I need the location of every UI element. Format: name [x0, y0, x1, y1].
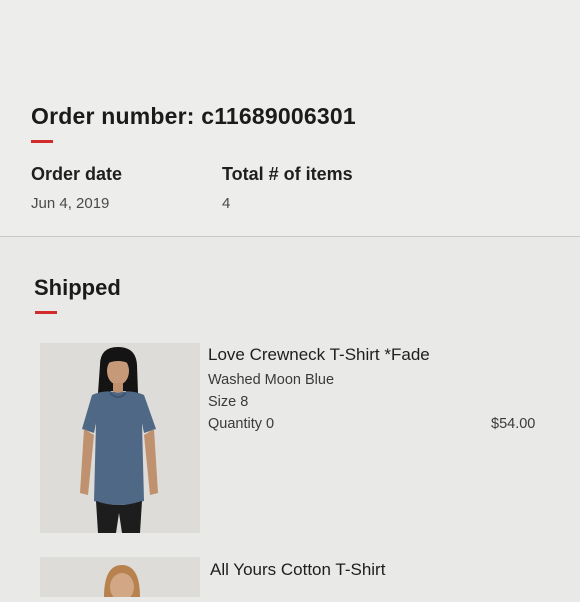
product-quantity: Quantity 0 — [208, 416, 275, 432]
product-name-link[interactable]: All Yours Cotton T-Shirt — [210, 560, 385, 580]
product-image[interactable] — [40, 343, 200, 533]
total-items-value: 4 — [222, 195, 231, 212]
section-accent-bar — [35, 311, 57, 314]
model-photo-icon — [104, 565, 140, 601]
order-number-title: Order number: c11689006301 — [31, 103, 356, 129]
product-color: Washed Moon Blue — [208, 372, 335, 388]
product-name-link[interactable]: Love Crewneck T-Shirt *Fade — [208, 345, 430, 365]
order-date-value: Jun 4, 2019 — [31, 195, 110, 212]
section-divider — [0, 236, 580, 237]
model-wearing-blue-tshirt-icon — [80, 347, 158, 533]
product-image[interactable] — [40, 557, 200, 601]
shipped-section-title: Shipped — [34, 275, 121, 300]
order-date-label: Order date — [31, 164, 123, 184]
total-items-label: Total # of items — [222, 164, 353, 184]
title-accent-bar — [31, 140, 53, 143]
product-price: $54.00 — [491, 416, 536, 432]
product-size: Size 8 — [208, 394, 249, 410]
